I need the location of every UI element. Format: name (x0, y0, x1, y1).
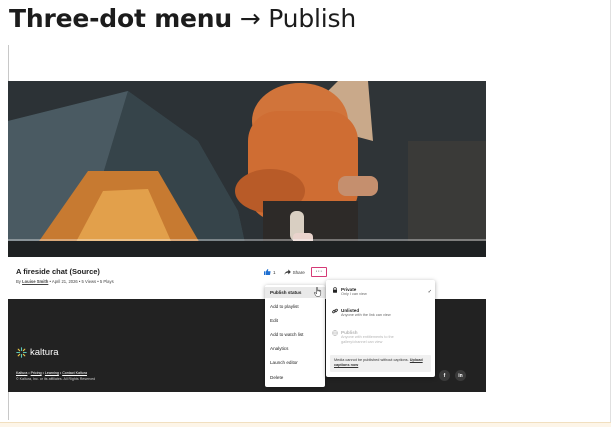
video-frame-image (8, 81, 486, 257)
share-arrow-icon (283, 269, 291, 275)
captions-notice: Media cannot be published without captio… (330, 355, 431, 372)
notice-text: Media cannot be published without captio… (334, 358, 409, 362)
menu-item-delete[interactable]: Delete (265, 372, 325, 383)
check-icon: ✓ (427, 289, 432, 295)
page-title-bold: Three-dot menu (9, 4, 232, 33)
page-title-rest: Publish (268, 4, 356, 33)
footer-link-pricing[interactable]: Pricing (31, 371, 42, 375)
like-button[interactable]: 1 (264, 269, 276, 275)
footer-copyright: © Kaltura, Inc. or its affiliates. All R… (16, 377, 96, 381)
three-dot-dropdown-menu: Publish status Add to playlist Edit Add … (265, 285, 325, 387)
menu-item-analytics[interactable]: Analytics (265, 343, 325, 354)
bottom-strip (0, 422, 611, 427)
meta-by: By (16, 279, 21, 284)
thumbs-up-icon (264, 269, 271, 275)
facebook-icon[interactable]: f (439, 370, 450, 381)
video-meta: By Louise Smith • April 21, 2026 • 5 Vie… (16, 279, 114, 284)
meta-stats: • April 21, 2026 • 5 Views • 5 Plays (48, 279, 114, 284)
page-title-arrow: → (239, 4, 261, 33)
video-title: A fireside chat (Source) (16, 267, 100, 276)
footer-links: Kaltura • Pricing • Learning • Contact K… (16, 371, 87, 375)
linkedin-icon[interactable]: in (455, 370, 466, 381)
private-desc: Only I can view (341, 292, 367, 296)
globe-icon (332, 330, 338, 336)
kaltura-logo[interactable]: kaltura (16, 347, 59, 358)
share-label: Share (292, 269, 305, 275)
link-icon (332, 308, 338, 314)
publish-desc-line2: gallery/channel can view (341, 339, 383, 344)
publish-desc-line1: Anyone with entitlements to the (341, 335, 394, 339)
footer-separator: • (28, 371, 30, 375)
like-count: 1 (273, 269, 276, 275)
video-progress-bar[interactable] (8, 239, 486, 241)
footer-link-contact[interactable]: Contact Kaltura (62, 371, 87, 375)
page-title: Three-dot menu → Publish (9, 4, 356, 33)
footer-link-kaltura[interactable]: Kaltura (16, 371, 27, 375)
hand-pointer-icon (314, 287, 322, 297)
publish-desc: Anyone with entitlements to the gallery/c… (341, 335, 394, 344)
video-actions: 1 Share ··· (264, 267, 327, 277)
footer-link-learning[interactable]: Learning (45, 371, 59, 375)
three-dot-menu-button[interactable]: ··· (310, 267, 327, 277)
lock-icon (333, 287, 337, 293)
publish-status-submenu: Private Only I can view ✓ Unlisted Anyon… (326, 280, 435, 377)
author-link[interactable]: Louise Smith (22, 279, 48, 284)
unlisted-desc: Anyone with the link can view (341, 313, 391, 317)
footer-separator: • (59, 371, 62, 375)
menu-item-add-to-watch-list[interactable]: Add to watch list (265, 329, 325, 340)
kaltura-spark-icon (16, 347, 27, 358)
kaltura-wordmark: kaltura (30, 347, 59, 358)
kaltura-screenshot: A fireside chat (Source) By Louise Smith… (8, 81, 486, 392)
share-button[interactable]: Share (283, 269, 305, 275)
menu-item-edit[interactable]: Edit (265, 315, 325, 326)
video-player[interactable] (8, 81, 486, 257)
menu-item-launch-editor[interactable]: Launch editor (265, 357, 325, 368)
footer-separator: • (42, 371, 44, 375)
menu-item-add-to-playlist[interactable]: Add to playlist (265, 301, 325, 312)
